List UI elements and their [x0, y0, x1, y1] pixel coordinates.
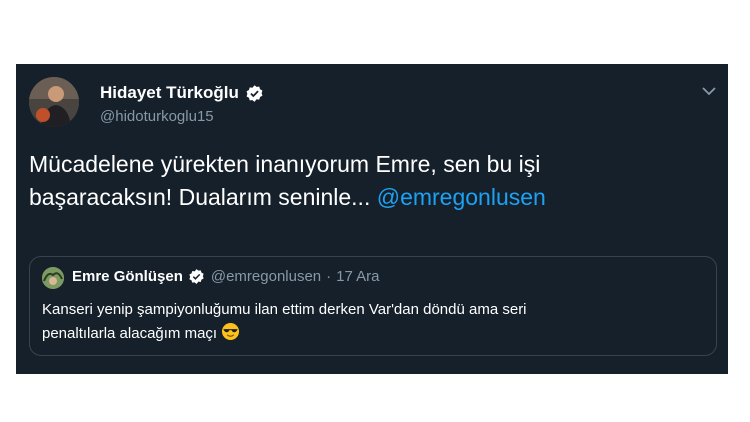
author-avatar[interactable]: [29, 77, 79, 127]
quoted-tweet-header: Emre Gönlüşen @emregonlusen · 17 Ara: [72, 268, 380, 285]
author-handle[interactable]: @hidoturkoglu15: [100, 108, 214, 125]
quoted-text-line2: penaltılarla alacağım maçı: [42, 325, 218, 342]
tweet-text: Mücadelene yürekten inanıyorum Emre, sen…: [29, 148, 719, 214]
quoted-tweet-text: Kanseri yenip şampiyonluğumu ilan ettim …: [42, 298, 702, 346]
quoted-date[interactable]: 17 Ara: [336, 268, 379, 285]
verified-badge-icon: [188, 268, 205, 285]
tweet-card: Hidayet Türkoğlu @hidoturkoglu15 Mücadel…: [16, 64, 728, 374]
author-name-text[interactable]: Hidayet Türkoğlu: [100, 83, 239, 103]
quoted-author-handle[interactable]: @emregonlusen: [211, 268, 321, 285]
verified-badge-icon: [245, 84, 264, 103]
quoted-author-name[interactable]: Emre Gönlüşen: [72, 268, 183, 285]
smiling-face-with-sunglasses-icon: [221, 322, 240, 341]
chevron-down-icon[interactable]: [700, 82, 718, 100]
quoted-separator: ·: [326, 268, 332, 285]
author-name[interactable]: Hidayet Türkoğlu: [100, 83, 264, 103]
tweet-text-line1: Mücadelene yürekten inanıyorum Emre, sen…: [29, 151, 541, 177]
quoted-text-line1: Kanseri yenip şampiyonluğumu ilan ettim …: [42, 301, 527, 318]
mention-link[interactable]: @emregonlusen: [377, 184, 546, 210]
quoted-tweet-card[interactable]: Emre Gönlüşen @emregonlusen · 17 Ara Kan…: [29, 256, 717, 356]
quoted-author-avatar[interactable]: [42, 267, 64, 289]
tweet-text-line2: başaracaksın! Dualarım seninle...: [29, 184, 377, 210]
